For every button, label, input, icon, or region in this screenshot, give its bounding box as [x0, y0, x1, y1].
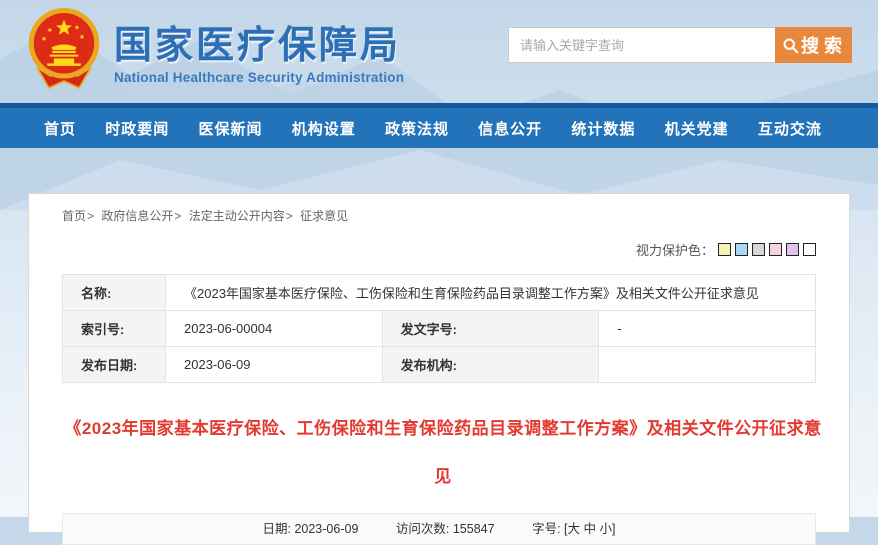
breadcrumb-statutory-disclosure[interactable]: 法定主动公开内容 — [189, 209, 285, 223]
site-header: ★ ★ ★ ★ 国家医疗保障局 National Healthcare Secu… — [0, 0, 878, 103]
table-row: 发布日期: 2023-06-09 发布机构: — [63, 347, 816, 383]
site-title-english: National Healthcare Security Administrat… — [114, 70, 404, 85]
eye-color-swatch-yellow[interactable] — [718, 243, 731, 256]
font-size-large[interactable]: 大 — [568, 522, 581, 536]
eye-color-swatch-white[interactable] — [803, 243, 816, 256]
breadcrumb-separator: > — [174, 209, 181, 223]
breadcrumb-separator: > — [87, 209, 94, 223]
breadcrumb-separator: > — [286, 209, 293, 223]
doc-publish-org-label: 发布机构: — [382, 347, 599, 383]
main-navigation: 首页 时政要闻 医保新闻 机构设置 政策法规 信息公开 统计数据 机关党建 互动… — [0, 103, 878, 148]
nav-item-statistics[interactable]: 统计数据 — [571, 118, 635, 139]
article-meta-bar: 日期: 2023-06-09 访问次数: 155847 字号: [大 中 小] — [62, 513, 816, 545]
brand-text: 国家医疗保障局 National Healthcare Security Adm… — [114, 14, 404, 85]
eye-color-swatch-purple[interactable] — [786, 243, 799, 256]
national-emblem-icon: ★ ★ ★ ★ — [22, 5, 106, 95]
page: { "header": { "site_name": "国家医疗保障局", "s… — [0, 0, 878, 517]
document-info-table: 名称: 《2023年国家基本医疗保险、工伤保险和生育保险药品目录调整工作方案》及… — [62, 274, 816, 383]
nav-item-home[interactable]: 首页 — [44, 118, 76, 139]
font-size-small[interactable]: 小 — [600, 522, 613, 536]
breadcrumb-home[interactable]: 首页 — [62, 209, 86, 223]
eye-color-swatch-pink[interactable] — [769, 243, 782, 256]
doc-name-label: 名称: — [63, 275, 166, 311]
article-date: 日期: 2023-06-09 — [262, 522, 358, 536]
site-logo-link[interactable]: ★ ★ ★ ★ 国家医疗保障局 National Healthcare Secu… — [22, 5, 404, 95]
eye-protection-label: 视力保护色： — [636, 240, 714, 259]
doc-publish-date-value: 2023-06-09 — [166, 347, 383, 383]
eye-color-swatch-blue[interactable] — [735, 243, 748, 256]
doc-number-value: - — [599, 311, 816, 347]
nav-item-interact[interactable]: 互动交流 — [758, 118, 822, 139]
nav-item-structure[interactable]: 机构设置 — [292, 118, 356, 139]
doc-publish-org-value — [599, 347, 816, 383]
table-row: 名称: 《2023年国家基本医疗保险、工伤保险和生育保险药品目录调整工作方案》及… — [63, 275, 816, 311]
doc-index-label: 索引号: — [63, 311, 166, 347]
nav-item-politics[interactable]: 时政要闻 — [105, 118, 169, 139]
doc-number-label: 发文字号: — [382, 311, 599, 347]
search-input[interactable] — [508, 27, 775, 63]
doc-index-value: 2023-06-00004 — [166, 311, 383, 347]
breadcrumb-solicit-opinions[interactable]: 征求意见 — [300, 209, 348, 223]
search-button[interactable]: 搜索 — [775, 27, 852, 63]
article-title: 《2023年国家基本医疗保险、工伤保险和生育保险药品目录调整工作方案》及相关文件… — [62, 405, 824, 501]
nav-item-party[interactable]: 机关党建 — [665, 118, 729, 139]
font-size-medium[interactable]: 中 — [584, 522, 597, 536]
nav-item-policy[interactable]: 政策法规 — [385, 118, 449, 139]
search-icon — [782, 37, 799, 54]
search-button-label: 搜索 — [801, 32, 847, 58]
nav-item-disclosure[interactable]: 信息公开 — [478, 118, 542, 139]
doc-publish-date-label: 发布日期: — [63, 347, 166, 383]
site-search: 搜索 — [508, 27, 852, 63]
doc-name-value: 《2023年国家基本医疗保险、工伤保险和生育保险药品目录调整工作方案》及相关文件… — [166, 275, 816, 311]
table-row: 索引号: 2023-06-00004 发文字号: - — [63, 311, 816, 347]
font-size-control: 字号: [大 中 小] — [532, 522, 615, 536]
site-title: 国家医疗保障局 — [114, 14, 404, 69]
content-panel: 首页> 政府信息公开> 法定主动公开内容> 征求意见 视力保护色： 名称: 《2… — [28, 193, 850, 533]
article-visit-count: 访问次数: 155847 — [396, 522, 495, 536]
breadcrumb-gov-info[interactable]: 政府信息公开 — [101, 209, 173, 223]
eye-protection-row: 视力保护色： — [62, 240, 816, 259]
breadcrumb: 首页> 政府信息公开> 法定主动公开内容> 征求意见 — [62, 207, 816, 224]
nav-item-news[interactable]: 医保新闻 — [198, 118, 262, 139]
eye-color-swatch-gray[interactable] — [752, 243, 765, 256]
